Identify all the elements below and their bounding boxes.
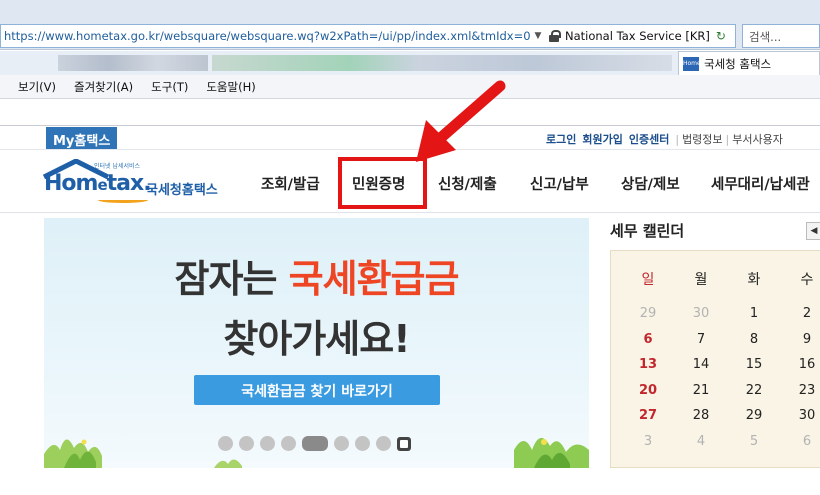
- blurred-favorites: [58, 55, 208, 71]
- weekday-header: 일: [641, 272, 655, 288]
- signup-link[interactable]: 회원가입: [582, 131, 622, 147]
- utility-links: 로그인 회원가입 인증센터 | 법령정보 | 부서사용자: [546, 131, 786, 147]
- calendar-day[interactable]: 27: [621, 408, 675, 423]
- weekday-header: 수: [800, 272, 814, 288]
- calendar-day[interactable]: 1: [727, 306, 781, 321]
- nav-consult-tipoff[interactable]: 상담/제보: [621, 173, 680, 194]
- slide-dot[interactable]: [355, 436, 370, 451]
- browser-search-input[interactable]: 검색...: [742, 24, 820, 48]
- url-text[interactable]: https://www.hometax.go.kr/websquare/webs…: [1, 29, 531, 43]
- refund-promo-banner[interactable]: 잠자는 국세환급금 찾아가세요! 국세환급금 찾기 바로가기: [44, 218, 589, 468]
- lock-icon[interactable]: [549, 30, 561, 42]
- slide-dot[interactable]: [260, 436, 275, 451]
- find-refund-button[interactable]: 국세환급금 찾기 바로가기: [194, 375, 440, 405]
- tab-title: 국세청 홈택스: [704, 56, 772, 71]
- calendar-day[interactable]: 5: [727, 434, 781, 449]
- my-hometax-button[interactable]: My홈택스: [46, 127, 118, 149]
- menu-favorites[interactable]: 즐겨찾기(A): [74, 79, 133, 95]
- slide-dot[interactable]: [239, 436, 254, 451]
- url-dropdown-icon[interactable]: ▼: [531, 31, 545, 41]
- dept-user-link[interactable]: 부서사용자: [732, 131, 783, 147]
- calendar-day[interactable]: 23: [780, 383, 820, 398]
- slide-pause-icon[interactable]: [397, 436, 411, 451]
- banner-subheadline: 찾아가세요!: [223, 317, 410, 361]
- divider: |: [675, 132, 680, 146]
- slide-dot[interactable]: [376, 436, 391, 451]
- calendar-day[interactable]: 29: [621, 306, 675, 321]
- certificate-label[interactable]: National Tax Service [KR]: [565, 29, 710, 43]
- calendar-day[interactable]: 4: [674, 434, 728, 449]
- calendar-day[interactable]: 9: [780, 332, 820, 347]
- calendar-day[interactable]: 28: [674, 408, 728, 423]
- calendar-day[interactable]: 14: [674, 357, 728, 372]
- login-link[interactable]: 로그인: [546, 131, 576, 147]
- calendar-day[interactable]: 22: [727, 383, 781, 398]
- calendar-day[interactable]: 30: [674, 306, 728, 321]
- weekday-header: 월: [694, 272, 708, 288]
- calendar-day[interactable]: 13: [621, 357, 675, 372]
- blurred-favorites: [212, 55, 672, 71]
- calendar-day[interactable]: 15: [727, 357, 781, 372]
- cert-center-link[interactable]: 인증센터: [629, 131, 669, 147]
- slide-dot[interactable]: [281, 436, 296, 451]
- address-bar[interactable]: https://www.hometax.go.kr/websquare/webs…: [0, 24, 736, 48]
- calendar-day[interactable]: 3: [621, 434, 675, 449]
- browser-tab-active[interactable]: Home 국세청 홈택스: [678, 51, 820, 75]
- browser-address-bar-area: https://www.hometax.go.kr/websquare/webs…: [0, 0, 820, 50]
- red-arrow-annotation-icon: [416, 80, 506, 162]
- nav-tax-agent[interactable]: 세무대리/납세관: [711, 173, 810, 194]
- calendar-day[interactable]: 30: [780, 408, 820, 423]
- menu-help[interactable]: 도움말(H): [206, 79, 255, 95]
- slide-dot[interactable]: [334, 436, 349, 451]
- calendar-day[interactable]: 2: [780, 306, 820, 321]
- hometax-favicon-icon: Home: [683, 56, 701, 71]
- calendar-day[interactable]: 6: [621, 332, 675, 347]
- nav-report-pay[interactable]: 신고/납부: [530, 173, 589, 194]
- weekday-header: 화: [747, 272, 761, 288]
- slide-indicators: [218, 436, 411, 451]
- calendar-day[interactable]: 8: [727, 332, 781, 347]
- calendar-day[interactable]: 6: [780, 434, 820, 449]
- refresh-icon[interactable]: ↻: [716, 29, 726, 43]
- banner-headline: 잠자는 국세환급금: [174, 257, 460, 301]
- menu-tools[interactable]: 도구(T): [151, 79, 188, 95]
- slide-dot[interactable]: [302, 436, 328, 451]
- divider: |: [725, 132, 730, 146]
- legal-info-link[interactable]: 법령정보: [682, 131, 722, 147]
- calendar-day[interactable]: 20: [621, 383, 675, 398]
- tax-calendar: 일 월 화 수 29 30 1 2 6 7 8 9 13 14 15 16 20 21 22 23 27 28 29 30 3 4…: [610, 250, 820, 468]
- calendar-title: 세무 캘린더: [610, 222, 685, 240]
- nav-inquiry-issue[interactable]: 조회/발급: [261, 173, 320, 194]
- menu-view[interactable]: 보기(V): [18, 79, 56, 95]
- calendar-day[interactable]: 7: [674, 332, 728, 347]
- calendar-day[interactable]: 29: [727, 408, 781, 423]
- calendar-day[interactable]: 21: [674, 383, 728, 398]
- triangle-left-icon[interactable]: ◀: [806, 222, 820, 240]
- slide-dot[interactable]: [218, 436, 233, 451]
- calendar-day[interactable]: 16: [780, 357, 820, 372]
